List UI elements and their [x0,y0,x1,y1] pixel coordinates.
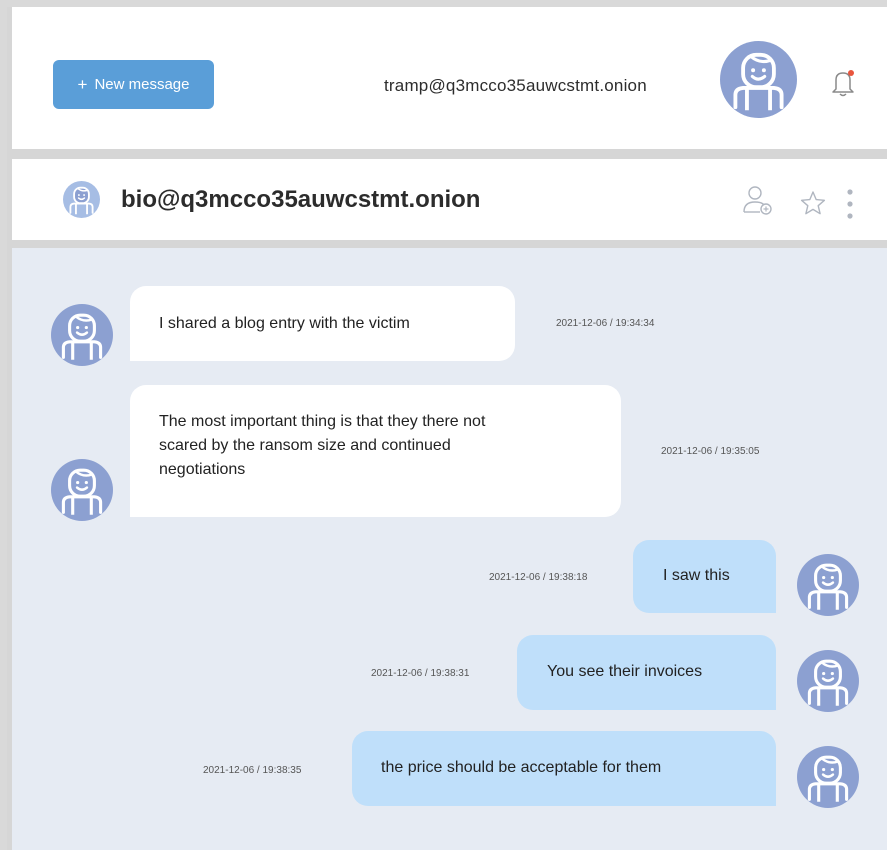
message-bubble-incoming[interactable]: The most important thing is that they th… [130,385,621,517]
more-vertical-icon[interactable] [846,188,854,220]
message-bubble-outgoing[interactable]: the price should be acceptable for them [352,731,776,806]
user-avatar[interactable] [720,41,797,118]
own-avatar [797,746,859,808]
star-icon[interactable] [800,190,826,216]
current-user-email: tramp@q3mcco35auwcstmt.onion [384,76,647,95]
own-avatar [797,650,859,712]
conversation-header: bio@q3mcco35auwcstmt.onion [12,159,887,240]
message-timestamp: 2021-12-06 / 19:35:05 [661,446,760,457]
message-bubble-incoming[interactable]: I shared a blog entry with the victim [130,286,515,361]
message-bubble-outgoing[interactable]: I saw this [633,540,776,613]
message-text: I shared a blog entry with the victim [159,315,410,332]
message-text: I saw this [663,567,730,584]
message-text-line: scared by the ransom size and continued [159,437,451,454]
message-text: the price should be acceptable for them [381,759,662,776]
own-avatar [797,554,859,616]
add-contact-icon[interactable] [742,184,776,216]
message-text-line: negotiations [159,461,246,478]
app-window: + New message tramp@q3mcco35auwcstmt.oni… [7,7,887,850]
bell-icon[interactable] [830,68,856,98]
new-message-button[interactable]: + New message [53,60,214,109]
new-message-label: New message [94,76,190,93]
message-timestamp: 2021-12-06 / 19:38:31 [371,668,470,679]
sender-avatar [51,304,113,366]
contact-name: bio@q3mcco35auwcstmt.onion [121,186,481,213]
message-text-line: The most important thing is that they th… [159,413,486,430]
sender-avatar [51,459,113,521]
notification-dot [848,70,854,76]
message-bubble-outgoing[interactable]: You see their invoices [517,635,776,710]
message-timestamp: 2021-12-06 / 19:38:18 [489,572,588,583]
message-text: You see their invoices [547,663,703,680]
message-list[interactable]: I shared a blog entry with the victim 20… [12,248,887,850]
contact-avatar[interactable] [63,181,100,218]
message-timestamp: 2021-12-06 / 19:34:34 [556,318,655,329]
plus-icon: + [77,75,88,94]
message-timestamp: 2021-12-06 / 19:38:35 [203,765,302,776]
top-bar: + New message tramp@q3mcco35auwcstmt.oni… [12,7,887,149]
